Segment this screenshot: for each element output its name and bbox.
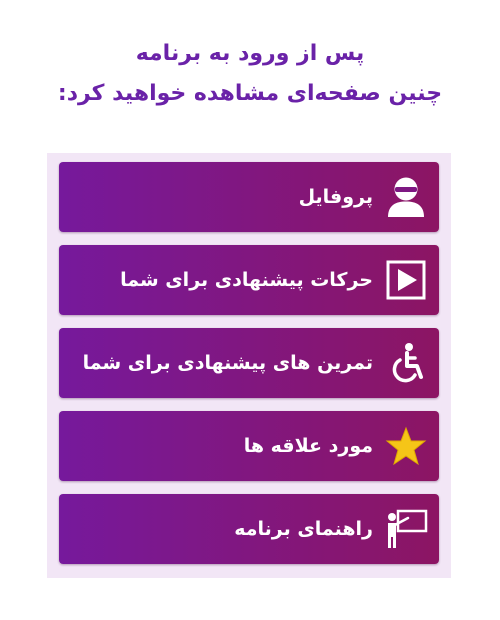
- menu-item-label: راهنمای برنامه: [234, 518, 373, 540]
- menu-item-label: تمرین های پیشنهادی برای شما: [82, 352, 373, 374]
- menu-panel: پروفایل حرکات پیشنهادی برای شما تمرین ها…: [47, 153, 451, 578]
- menu-item-guide[interactable]: راهنمای برنامه: [59, 494, 439, 564]
- heading-line-1: پس از ورود به برنامه: [135, 41, 365, 66]
- menu-item-favorites[interactable]: مورد علاقه ها: [59, 411, 439, 481]
- profile-icon: [383, 174, 429, 220]
- star-icon: [383, 423, 429, 469]
- wheelchair-icon: [383, 340, 429, 386]
- menu-item-label: مورد علاقه ها: [243, 435, 373, 457]
- heading-line-2: چنین صفحه‌ای مشاهده خواهید کرد:: [57, 81, 443, 106]
- play-icon: [383, 257, 429, 303]
- menu-item-label: حرکات پیشنهادی برای شما: [120, 269, 373, 291]
- menu-item-profile[interactable]: پروفایل: [59, 162, 439, 232]
- menu-item-label: پروفایل: [298, 186, 373, 208]
- menu-item-suggested-moves[interactable]: حرکات پیشنهادی برای شما: [59, 245, 439, 315]
- page-heading: پس از ورود به برنامه چنین صفحه‌ای مشاهده…: [0, 34, 500, 114]
- teacher-board-icon: [383, 506, 429, 552]
- menu-item-suggested-exercises[interactable]: تمرین های پیشنهادی برای شما: [59, 328, 439, 398]
